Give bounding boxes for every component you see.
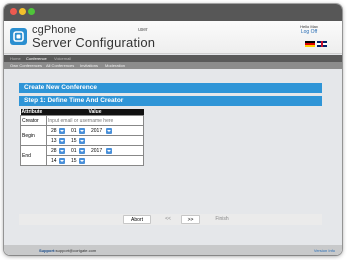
nav-item-voicemail[interactable]: Voicemail <box>54 56 71 61</box>
begin-hour-select[interactable]: 13 <box>48 137 65 144</box>
creator-row: Creator <box>20 115 144 126</box>
end-day-select[interactable]: 28 <box>48 147 65 154</box>
version-info-link[interactable]: Version Info <box>314 248 335 253</box>
primary-nav: Home Conference Voicemail <box>4 55 342 62</box>
end-month-select[interactable]: 01 <box>68 147 85 154</box>
begin-label: Begin <box>20 125 47 146</box>
chevron-down-icon <box>79 127 85 134</box>
end-year-select[interactable]: 2017 <box>88 147 112 154</box>
support-email-link[interactable]: support@cortgate.com <box>56 248 97 253</box>
begin-minute-select[interactable]: 15 <box>68 137 85 144</box>
abort-button[interactable]: Abort <box>123 215 151 224</box>
window-titlebar <box>4 4 342 21</box>
minimize-window-icon[interactable] <box>19 8 26 15</box>
begin-year-select[interactable]: 2017 <box>88 127 112 134</box>
english-flag-icon[interactable] <box>317 41 327 47</box>
chevron-down-icon <box>59 137 65 144</box>
subnav-own-conferences[interactable]: Own Conferences <box>10 63 42 68</box>
begin-month-select[interactable]: 01 <box>68 127 85 134</box>
chevron-down-icon <box>59 157 65 164</box>
brand-subtitle: Server Configuration <box>32 35 156 50</box>
page-title: Create New Conference <box>19 83 322 93</box>
chevron-down-icon <box>59 147 65 154</box>
chevron-down-icon <box>79 147 85 154</box>
chevron-down-icon <box>59 127 65 134</box>
close-window-icon[interactable] <box>10 8 17 15</box>
end-hour-select[interactable]: 14 <box>48 157 65 164</box>
next-button[interactable]: >> <box>181 215 200 224</box>
maximize-window-icon[interactable] <box>28 8 35 15</box>
subnav-invitations[interactable]: Invitations <box>80 63 98 68</box>
begin-day-select[interactable]: 28 <box>48 127 65 134</box>
nav-item-conference[interactable]: Conference <box>26 56 47 61</box>
app-area: cgPhone Server Configuration user Hello … <box>4 21 342 255</box>
end-minute-select[interactable]: 15 <box>68 157 85 164</box>
begin-row: Begin 28 01 2017 <box>20 125 144 146</box>
chevron-down-icon <box>106 127 112 134</box>
end-label: End <box>20 145 47 166</box>
previous-button[interactable]: << <box>160 215 176 224</box>
secondary-nav: Own Conferences All Conferences Invitati… <box>4 62 342 69</box>
finish-button[interactable]: Finish <box>208 215 236 224</box>
subnav-moderation[interactable]: Moderation <box>105 63 125 68</box>
browser-window: cgPhone Server Configuration user Hello … <box>4 4 342 255</box>
wizard-button-bar: Abort << >> Finish <box>19 214 322 225</box>
log-off-link[interactable]: Log Off <box>284 29 334 35</box>
subnav-all-conferences[interactable]: All Conferences <box>46 63 74 68</box>
creator-input[interactable] <box>48 117 142 124</box>
nav-item-home[interactable]: Home <box>10 56 21 61</box>
chevron-down-icon <box>79 137 85 144</box>
phone-logo-icon <box>10 28 27 45</box>
chevron-down-icon <box>106 147 112 154</box>
creator-label: Creator <box>20 115 47 126</box>
end-row: End 28 01 2017 <box>20 145 144 166</box>
page-footer: Support:support@cortgate.com Version Inf… <box>4 245 342 255</box>
app-header: cgPhone Server Configuration user Hello … <box>4 21 342 54</box>
step-title: Step 1: Define Time And Creator <box>19 96 322 106</box>
chevron-down-icon <box>79 157 85 164</box>
conference-form-table: Attribute Value Creator Begin 28 01 2017 <box>20 109 144 166</box>
current-user-label: user <box>138 27 148 33</box>
support-label: Support: <box>39 248 56 253</box>
german-flag-icon[interactable] <box>305 41 315 47</box>
support-info: Support:support@cortgate.com <box>39 248 96 253</box>
